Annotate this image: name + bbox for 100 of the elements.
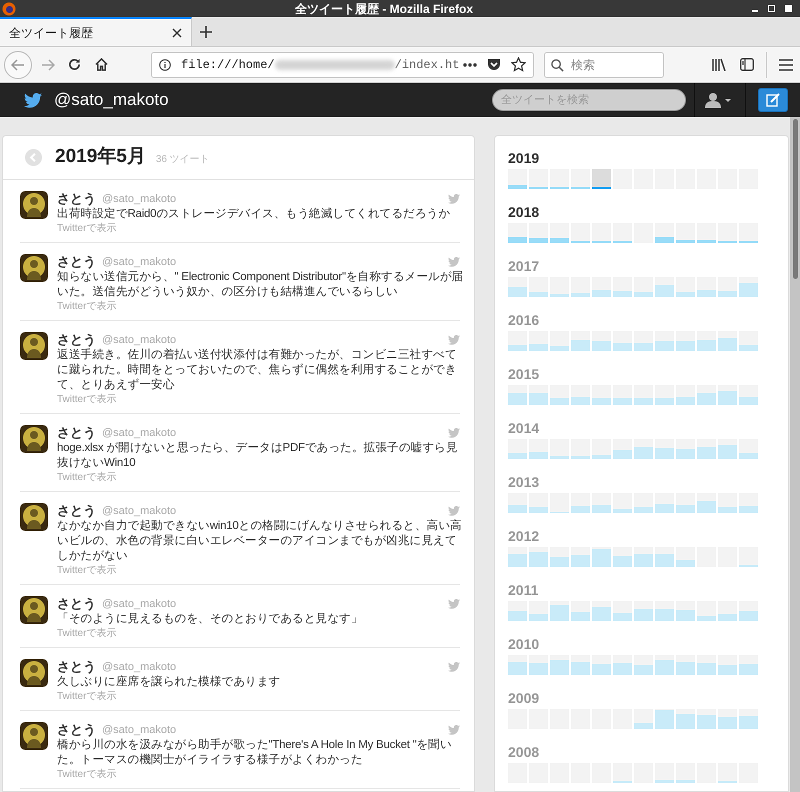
- scrollbar[interactable]: [790, 117, 800, 792]
- month-bar-cell[interactable]: [718, 655, 737, 675]
- year-label[interactable]: 2008: [508, 742, 788, 762]
- month-bar-cell[interactable]: [550, 223, 569, 243]
- month-bar-cell[interactable]: [508, 169, 527, 189]
- month-bar-cell[interactable]: [571, 385, 590, 405]
- search-field[interactable]: 検索: [544, 52, 664, 78]
- month-bar-cell[interactable]: [592, 223, 611, 243]
- new-tab-icon[interactable]: [200, 26, 212, 38]
- month-bar-cell[interactable]: [634, 655, 653, 675]
- reload-icon[interactable]: [68, 58, 81, 71]
- year-label[interactable]: 2011: [508, 580, 788, 600]
- month-bar-cell[interactable]: [592, 601, 611, 621]
- month-bar-cell[interactable]: [739, 709, 758, 729]
- month-bar-cell[interactable]: [550, 601, 569, 621]
- month-bar-cell[interactable]: [697, 601, 716, 621]
- month-bar-cell[interactable]: [613, 331, 632, 351]
- back-chevron-icon[interactable]: [25, 149, 42, 166]
- month-bar-cell[interactable]: [592, 493, 611, 513]
- month-bar-cell[interactable]: [655, 493, 674, 513]
- month-bar-cell[interactable]: [571, 547, 590, 567]
- view-on-twitter-link[interactable]: Twitterで表示: [57, 471, 460, 485]
- close-icon[interactable]: [785, 5, 792, 12]
- month-bar-cell[interactable]: [508, 547, 527, 567]
- month-bar-cell[interactable]: [634, 439, 653, 459]
- month-bar-cell[interactable]: [571, 655, 590, 675]
- month-bar-cell[interactable]: [529, 547, 548, 567]
- month-bar-cell[interactable]: [718, 385, 737, 405]
- month-bar-cell[interactable]: [550, 547, 569, 567]
- month-bar-cell[interactable]: [739, 385, 758, 405]
- year-label[interactable]: 2013: [508, 472, 788, 492]
- year-label[interactable]: 2018: [508, 202, 788, 222]
- year-label[interactable]: 2014: [508, 418, 788, 438]
- month-bar-cell[interactable]: [529, 601, 548, 621]
- month-bar-cell[interactable]: [613, 655, 632, 675]
- month-bar-cell[interactable]: [739, 655, 758, 675]
- month-bar-cell[interactable]: [676, 331, 695, 351]
- month-bar-cell[interactable]: [634, 547, 653, 567]
- month-bar-cell[interactable]: [529, 331, 548, 351]
- month-bar-cell[interactable]: [697, 277, 716, 297]
- month-bar-cell[interactable]: [676, 385, 695, 405]
- month-bar-cell[interactable]: [655, 223, 674, 243]
- month-bar-cell[interactable]: [592, 277, 611, 297]
- year-label[interactable]: 2015: [508, 364, 788, 384]
- scrollbar-thumb[interactable]: [792, 119, 798, 279]
- sidebar-icon[interactable]: [740, 58, 754, 71]
- pocket-icon[interactable]: [487, 58, 501, 71]
- month-bar-cell[interactable]: [571, 277, 590, 297]
- month-bar-cell[interactable]: [655, 385, 674, 405]
- month-bar-cell[interactable]: [676, 763, 695, 783]
- month-bar-cell[interactable]: [529, 439, 548, 459]
- user-menu-icon[interactable]: [705, 92, 733, 108]
- library-icon[interactable]: [712, 58, 726, 71]
- year-label[interactable]: 2012: [508, 526, 788, 546]
- view-on-twitter-link[interactable]: Twitterで表示: [57, 300, 460, 314]
- month-bar-cell[interactable]: [592, 655, 611, 675]
- month-bar-cell[interactable]: [655, 277, 674, 297]
- month-bar-cell[interactable]: [655, 439, 674, 459]
- month-bar-cell[interactable]: [718, 331, 737, 351]
- month-bar-cell[interactable]: [718, 709, 737, 729]
- month-bar-cell[interactable]: [718, 763, 737, 783]
- month-bar-cell[interactable]: [508, 493, 527, 513]
- month-bar-cell[interactable]: [697, 493, 716, 513]
- year-label[interactable]: 2019: [508, 148, 788, 168]
- year-label[interactable]: 2017: [508, 256, 788, 276]
- view-on-twitter-link[interactable]: Twitterで表示: [57, 768, 460, 782]
- month-bar-cell[interactable]: [634, 493, 653, 513]
- browser-tab[interactable]: 全ツイート履歴: [0, 17, 192, 46]
- month-bar-cell[interactable]: [697, 439, 716, 459]
- month-bar-cell[interactable]: [550, 169, 569, 189]
- month-bar-cell[interactable]: [739, 493, 758, 513]
- forward-arrow-icon[interactable]: [41, 58, 55, 70]
- month-bar-cell[interactable]: [508, 655, 527, 675]
- month-bar-cell[interactable]: [508, 385, 527, 405]
- month-bar-cell[interactable]: [550, 277, 569, 297]
- star-icon[interactable]: [511, 57, 526, 72]
- month-bar-cell[interactable]: [508, 601, 527, 621]
- month-bar-cell[interactable]: [697, 385, 716, 405]
- view-on-twitter-link[interactable]: Twitterで表示: [57, 222, 460, 236]
- month-bar-cell[interactable]: [571, 169, 590, 189]
- month-bar-cell[interactable]: [718, 439, 737, 459]
- month-bar-cell[interactable]: [508, 439, 527, 459]
- more-dots-icon[interactable]: [463, 62, 477, 66]
- back-button[interactable]: [4, 50, 32, 78]
- month-bar-cell[interactable]: [529, 169, 548, 189]
- month-bar-cell[interactable]: [718, 493, 737, 513]
- month-bar-cell[interactable]: [697, 223, 716, 243]
- month-bar-cell[interactable]: [697, 709, 716, 729]
- month-bar-cell[interactable]: [739, 601, 758, 621]
- month-bar-cell[interactable]: [592, 331, 611, 351]
- month-bar-cell[interactable]: [634, 331, 653, 351]
- month-bar-cell[interactable]: [592, 439, 611, 459]
- month-bar-cell[interactable]: [634, 385, 653, 405]
- year-label[interactable]: 2016: [508, 310, 788, 330]
- month-bar-cell[interactable]: [697, 331, 716, 351]
- month-bar-cell[interactable]: [550, 331, 569, 351]
- month-bar-cell[interactable]: [529, 655, 548, 675]
- month-bar-cell[interactable]: [718, 223, 737, 243]
- month-bar-cell[interactable]: [739, 277, 758, 297]
- month-bar-cell[interactable]: [613, 763, 632, 783]
